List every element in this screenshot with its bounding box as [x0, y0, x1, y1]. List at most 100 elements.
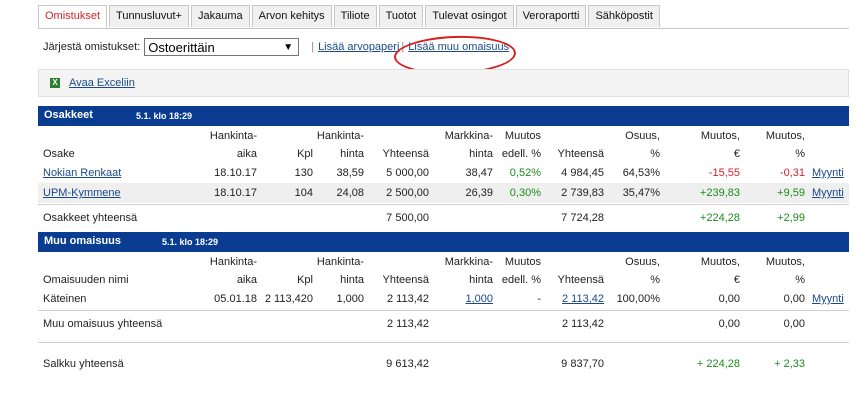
col-head: edell. % — [501, 148, 541, 160]
cell: 104 — [294, 187, 313, 199]
sort-label: Järjestä omistukset: — [43, 41, 141, 53]
tab-veroraportti[interactable]: Veroraportti — [515, 5, 587, 27]
add-security-link[interactable]: Lisää arvopaperi — [318, 41, 399, 53]
cell: 64,53% — [622, 167, 660, 179]
col-head: % — [795, 274, 805, 286]
col-head: Omaisuuden nimi — [43, 274, 129, 286]
cell: + 2,33 — [774, 358, 805, 370]
cell: 18.10.17 — [214, 167, 257, 179]
col-head: Yhteensä — [382, 274, 429, 286]
asset-name: Käteinen — [43, 293, 87, 305]
stock-link[interactable]: Nokian Renkaat — [43, 167, 121, 179]
cell: 05.01.18 — [214, 293, 257, 305]
cell: 0,00 — [718, 318, 740, 330]
tab-divider — [38, 28, 849, 29]
cell: 35,47% — [622, 187, 660, 199]
cell: 2 113,42 — [561, 318, 604, 330]
cell: 7 724,28 — [561, 212, 604, 224]
col-head: Muutos, — [700, 130, 740, 142]
col-head: hinta — [469, 274, 493, 286]
sort-select[interactable]: Ostoerittäin ▼ — [144, 38, 300, 56]
cell: 2 113,42 — [386, 293, 429, 305]
cell: 0,52% — [509, 167, 541, 179]
sort-row: Järjestä omistukset: Ostoerittäin ▼ | Li… — [43, 37, 509, 57]
section-timestamp: 5.1. klo 18:29 — [136, 111, 193, 121]
tab-tuotot[interactable]: Tuotot — [378, 5, 424, 27]
cell: 26,39 — [465, 187, 493, 199]
stock-link[interactable]: UPM-Kymmene — [43, 187, 121, 199]
sell-link[interactable]: Myynti — [812, 293, 844, 305]
cell: 18.10.17 — [214, 187, 257, 199]
market-price-link[interactable]: 1,000 — [465, 293, 493, 305]
total-label: Salkku yhteensä — [43, 358, 124, 370]
cell: 0,00 — [783, 293, 805, 305]
section-title: Muu omaisuus — [44, 235, 122, 247]
col-head: Markkina- — [444, 256, 493, 268]
cell: 2 500,00 — [386, 187, 429, 199]
col-head: Osuus, — [625, 256, 660, 268]
tab-arvon-kehitys[interactable]: Arvon kehitys — [251, 5, 332, 27]
section-timestamp: 5.1. klo 18:29 — [162, 237, 219, 247]
cell: -15,55 — [708, 167, 740, 179]
col-head: aika — [236, 274, 257, 286]
tab-tunnusluvut[interactable]: Tunnusluvut+ — [109, 5, 189, 27]
cell: - — [537, 293, 541, 305]
cell: 130 — [294, 167, 313, 179]
cell: 0,00 — [783, 318, 805, 330]
dropdown-arrow-icon: ▼ — [283, 42, 294, 53]
cell: 2 113,420 — [264, 293, 313, 305]
cell: +2,99 — [777, 212, 805, 224]
tab-jakauma[interactable]: Jakauma — [190, 5, 250, 27]
col-head: Kpl — [297, 148, 313, 160]
cell: -0,31 — [779, 167, 805, 179]
sell-link[interactable]: Myynti — [812, 167, 844, 179]
col-head: % — [650, 148, 660, 160]
col-head: hinta — [340, 148, 364, 160]
cell: 7 500,00 — [386, 212, 429, 224]
cell: +239,83 — [699, 187, 740, 199]
col-head: Hankinta- — [209, 256, 257, 268]
col-head: Markkina- — [444, 130, 493, 142]
cell: 2 113,42 — [386, 318, 429, 330]
total-label: Osakkeet yhteensä — [43, 212, 138, 224]
cell: 5 000,00 — [386, 167, 429, 179]
cell: + 224,28 — [696, 358, 740, 370]
excel-icon[interactable]: X — [50, 78, 60, 88]
cell: 0,30% — [509, 187, 541, 199]
cell: 2 739,83 — [561, 187, 604, 199]
divider — [38, 342, 849, 343]
market-total-link[interactable]: 2 113,42 — [562, 293, 604, 305]
separator: | — [401, 41, 405, 53]
cell: 38,59 — [336, 167, 364, 179]
section-title: Osakkeet — [44, 109, 93, 121]
separator: | — [311, 41, 315, 53]
col-head: Muutos, — [765, 256, 805, 268]
divider — [38, 204, 849, 205]
cell: 4 984,45 — [561, 167, 604, 179]
cell: 38,47 — [465, 167, 493, 179]
col-head: Yhteensä — [557, 148, 604, 160]
col-head: aika — [236, 148, 257, 160]
col-head: Muutos — [504, 256, 541, 268]
add-other-asset-link[interactable]: Lisää muu omaisuus — [408, 41, 509, 53]
col-head: % — [795, 148, 805, 160]
cell: 1,000 — [336, 293, 364, 305]
cell: +224,28 — [699, 212, 740, 224]
tab-sahkopostit[interactable]: Sähköpostit — [588, 5, 660, 27]
col-head: Muutos, — [700, 256, 740, 268]
sell-link[interactable]: Myynti — [812, 187, 844, 199]
tab-tulevat-osingot[interactable]: Tulevat osingot — [425, 5, 514, 27]
cell: 100,00% — [616, 293, 660, 305]
tab-bar: Omistukset Tunnusluvut+ Jakauma Arvon ke… — [38, 5, 662, 29]
total-label: Muu omaisuus yhteensä — [43, 318, 163, 330]
divider — [38, 310, 849, 311]
col-head: € — [733, 148, 740, 160]
tab-tiliote[interactable]: Tiliote — [333, 5, 377, 27]
sort-select-value: Ostoerittäin — [148, 40, 215, 55]
excel-box: X Avaa Exceliin — [38, 69, 849, 97]
tab-omistukset[interactable]: Omistukset — [38, 5, 108, 29]
section-header-osakkeet: Osakkeet 5.1. klo 18:29 — [38, 106, 849, 126]
open-excel-link[interactable]: Avaa Exceliin — [69, 77, 135, 89]
col-head: Hankinta- — [316, 256, 364, 268]
col-head: Kpl — [297, 274, 313, 286]
